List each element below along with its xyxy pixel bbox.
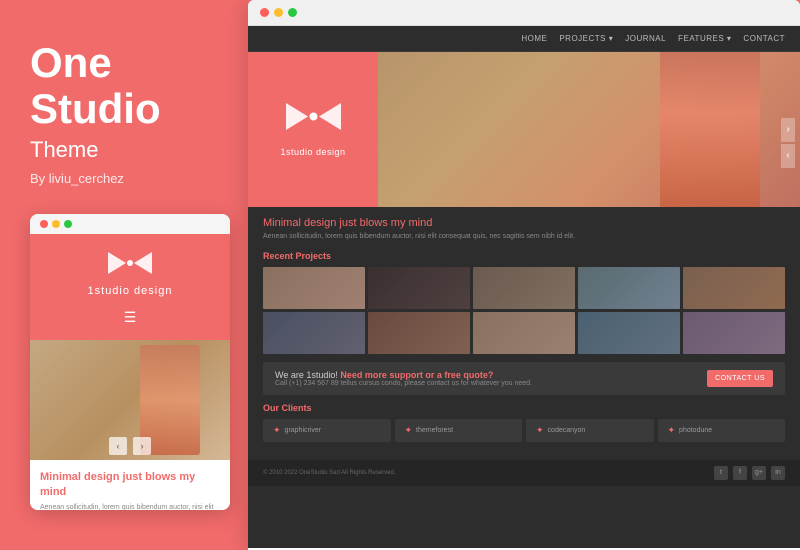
hero-image: › ‹ <box>378 52 800 207</box>
projects-grid <box>263 267 785 354</box>
project-thumb-9[interactable] <box>578 312 680 354</box>
nav-features[interactable]: FEATURES ▾ <box>678 34 731 43</box>
site-hero: 1studio design › ‹ <box>248 52 800 207</box>
project-thumb-2[interactable] <box>368 267 470 309</box>
clients-section: Our Clients ✦ graphicriver ✦ themeforest… <box>263 403 785 442</box>
project-thumb-8[interactable] <box>473 312 575 354</box>
project-thumb-6[interactable] <box>263 312 365 354</box>
project-thumb-3[interactable] <box>473 267 575 309</box>
mobile-image-section: ‹ › <box>30 340 230 460</box>
client-photodune[interactable]: ✦ photodune <box>658 419 786 442</box>
browser-dot-red <box>260 8 269 17</box>
clients-grid: ✦ graphicriver ✦ themeforest ✦ codecanyo… <box>263 419 785 442</box>
nav-contact[interactable]: CONTACT <box>743 34 785 43</box>
browser-chrome <box>248 0 800 26</box>
cta-bar: We are 1studio! Need more support or a f… <box>263 362 785 395</box>
client-codecanyon[interactable]: ✦ codecanyon <box>526 419 654 442</box>
hamburger-icon[interactable]: ☰ <box>124 309 137 326</box>
project-thumb-7[interactable] <box>368 312 470 354</box>
client-name-2: themeforest <box>416 427 453 434</box>
browser-content: HOME PROJECTS ▾ JOURNAL FEATURES ▾ CONTA… <box>248 26 800 548</box>
site-footer: © 2010 2022 OneStudio Sarl All Rights Re… <box>248 460 800 486</box>
mobile-dot-red <box>40 220 48 228</box>
client-graphicriver[interactable]: ✦ graphicriver <box>263 419 391 442</box>
mobile-dot-yellow <box>52 220 60 228</box>
site-description: Aenean sollicitudin, lorem quis bibendum… <box>263 232 785 243</box>
cta-text-block: We are 1studio! Need more support or a f… <box>275 370 532 387</box>
social-gplus[interactable]: g+ <box>752 466 766 480</box>
contact-us-button[interactable]: CONTACT US <box>707 370 773 387</box>
client-name-1: graphicriver <box>285 427 322 434</box>
project-thumb-4[interactable] <box>578 267 680 309</box>
mobile-top-bar <box>30 214 230 234</box>
nav-home[interactable]: HOME <box>521 34 547 43</box>
mobile-logo-text: 1studio design <box>88 285 173 297</box>
mobile-nav-arrows: ‹ › <box>109 437 151 455</box>
client-name-4: photodune <box>679 427 712 434</box>
social-twitter[interactable]: t <box>714 466 728 480</box>
browser-dot-green <box>288 8 297 17</box>
hero-logo-text: 1studio design <box>280 147 345 157</box>
mobile-content-section: Minimal design just blows my mind Aenean… <box>30 460 230 510</box>
left-panel: One Studio Theme By liviu_cerchez 1studi… <box>0 0 250 550</box>
brand-author: By liviu_cerchez <box>30 171 124 186</box>
mobile-mockup: 1studio design ☰ ‹ › Minimal design just… <box>30 214 230 510</box>
prev-arrow[interactable]: ‹ <box>109 437 127 455</box>
client-icon-3: ✦ <box>536 425 544 436</box>
hero-logo-box: 1studio design <box>248 52 378 207</box>
mobile-heading: Minimal design just blows my mind <box>40 470 220 499</box>
hero-next-arrow[interactable]: › <box>781 118 795 142</box>
hero-bowtie-icon <box>286 103 341 135</box>
clients-heading: Our Clients <box>263 403 785 413</box>
site-nav: HOME PROJECTS ▾ JOURNAL FEATURES ▾ CONTA… <box>248 26 800 52</box>
project-thumb-1[interactable] <box>263 267 365 309</box>
cta-phone: Call (+1) 234 567 89 tellus cursus condo… <box>275 380 532 387</box>
site-main: Minimal design just blows my mind Aenean… <box>248 207 800 460</box>
social-linkedin[interactable]: in <box>771 466 785 480</box>
project-thumb-5[interactable] <box>683 267 785 309</box>
brand-subtitle: Theme <box>30 137 98 163</box>
recent-projects-heading: Recent Projects <box>263 251 785 261</box>
footer-social: t f g+ in <box>714 466 785 480</box>
project-thumb-10[interactable] <box>683 312 785 354</box>
bowtie-icon <box>108 252 152 279</box>
client-name-3: codecanyon <box>548 427 586 434</box>
client-icon-2: ✦ <box>405 425 413 436</box>
client-icon-4: ✦ <box>668 425 676 436</box>
browser-dot-yellow <box>274 8 283 17</box>
client-themeforest[interactable]: ✦ themeforest <box>395 419 523 442</box>
next-arrow[interactable]: › <box>133 437 151 455</box>
hero-image-figure <box>660 52 760 207</box>
social-facebook[interactable]: f <box>733 466 747 480</box>
mobile-header: 1studio design ☰ <box>30 234 230 340</box>
nav-projects[interactable]: PROJECTS ▾ <box>559 34 613 43</box>
footer-copyright: © 2010 2022 OneStudio Sarl All Rights Re… <box>263 470 396 476</box>
mobile-body-text: Aenean sollicitudin, lorem quis bibendum… <box>40 503 220 510</box>
site-tagline: Minimal design just blows my mind <box>263 217 785 229</box>
hero-prev-arrow[interactable]: ‹ <box>781 144 795 168</box>
nav-journal[interactable]: JOURNAL <box>625 34 666 43</box>
client-icon-1: ✦ <box>273 425 281 436</box>
browser-mockup: HOME PROJECTS ▾ JOURNAL FEATURES ▾ CONTA… <box>248 0 800 550</box>
cta-main-text: We are 1studio! Need more support or a f… <box>275 370 532 380</box>
mobile-dot-green <box>64 220 72 228</box>
brand-title: One Studio <box>30 40 161 132</box>
